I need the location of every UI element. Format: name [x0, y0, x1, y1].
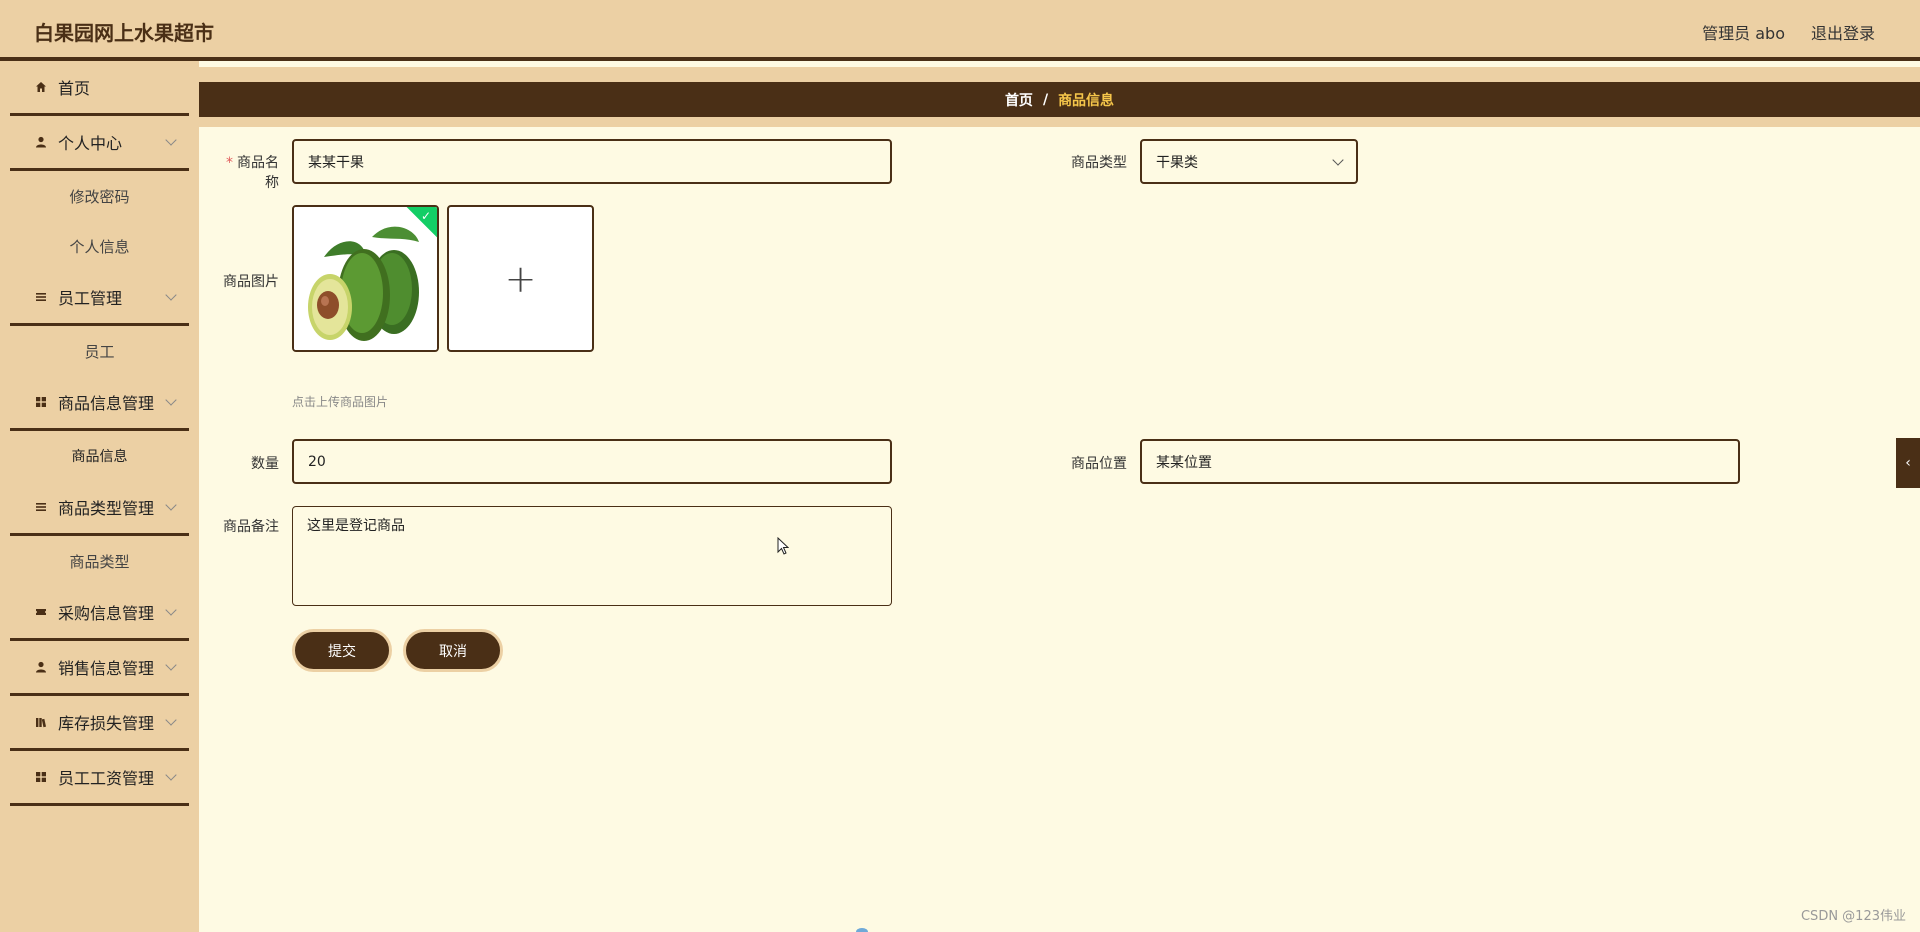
chevron-down-icon [165, 714, 177, 726]
sidebar-item-label: 商品类型管理 [58, 499, 155, 518]
sidebar-item-purchase-management[interactable]: 采购信息管理 [10, 586, 189, 641]
sidebar-item-label: 销售信息管理 [58, 659, 155, 678]
sidebar-subitem-change-password[interactable]: 修改密码 [0, 171, 199, 221]
logout-link[interactable]: 退出登录 [1811, 20, 1875, 44]
sidebar-item-label: 员工工资管理 [58, 769, 155, 788]
chevron-down-icon [165, 134, 177, 146]
cancel-button[interactable]: 取消 [403, 629, 503, 672]
quantity-input[interactable]: 20 [292, 439, 892, 484]
product-type-selected-value: 干果类 [1156, 154, 1198, 171]
sidebar-subitem-product-info[interactable]: 商品信息 [0, 431, 199, 481]
user-icon [34, 660, 48, 674]
sidebar-item-staff-management[interactable]: 员工管理 [10, 271, 189, 326]
grid-icon [34, 395, 48, 409]
chevron-down-icon [165, 499, 177, 511]
scroll-indicator [856, 928, 868, 932]
product-remark-label: 商品备注 [223, 519, 279, 535]
mouse-cursor-icon [777, 537, 789, 555]
chevron-down-icon [1332, 154, 1344, 166]
chevron-down-icon [165, 394, 177, 406]
sidebar-item-salary-management[interactable]: 员工工资管理 [10, 751, 189, 806]
product-name-input[interactable]: 某某干果 [292, 139, 892, 184]
current-user-label: 管理员 abo [1702, 24, 1785, 43]
submit-button[interactable]: 提交 [292, 629, 392, 672]
sidebar-subitem-staff[interactable]: 员工 [0, 326, 199, 376]
breadcrumb-home[interactable]: 首页 [1005, 90, 1033, 110]
sidebar-subitem-product-type[interactable]: 商品类型 [0, 536, 199, 586]
sidebar-item-product-type-management[interactable]: 商品类型管理 [10, 481, 189, 536]
product-image-label: 商品图片 [223, 274, 279, 290]
product-type-select[interactable]: 干果类 [1140, 139, 1358, 184]
sidebar: 首页 个人中心 修改密码 个人信息 员工管理 员工 商品信息管理 商品信息 商品… [0, 61, 199, 932]
main-content: 首页 / 商品信息 *商品名称 某某干果 商品类型 干果类 商品图片 ✓ + [199, 61, 1920, 932]
ticket-icon [34, 605, 48, 619]
quantity-label: 数量 [251, 456, 279, 472]
upload-image-button[interactable]: + [447, 205, 594, 352]
product-remark-textarea[interactable]: 这里是登记商品 [292, 506, 892, 606]
chevron-down-icon [165, 604, 177, 616]
sidebar-item-label: 个人中心 [58, 134, 123, 153]
avocado-image [294, 207, 437, 350]
chevron-down-icon [165, 769, 177, 781]
chevron-left-icon: ‹ [1905, 455, 1911, 471]
product-type-label: 商品类型 [1071, 155, 1127, 171]
product-location-label: 商品位置 [1071, 456, 1127, 472]
list-icon [34, 290, 48, 304]
sidebar-item-sales-management[interactable]: 销售信息管理 [10, 641, 189, 696]
breadcrumb: 首页 / 商品信息 [199, 82, 1920, 117]
sidebar-item-label: 员工管理 [58, 289, 123, 308]
breadcrumb-current: 商品信息 [1058, 92, 1115, 109]
sidebar-item-personal-center[interactable]: 个人中心 [10, 116, 189, 171]
collapse-panel-toggle[interactable]: ‹ [1896, 438, 1920, 488]
sidebar-item-home[interactable]: 首页 [10, 61, 189, 116]
sidebar-item-product-info-management[interactable]: 商品信息管理 [10, 376, 189, 431]
check-icon: ✓ [420, 209, 431, 223]
sidebar-subitem-personal-info[interactable]: 个人信息 [0, 221, 199, 271]
required-asterisk: * [226, 155, 233, 171]
sidebar-item-label: 首页 [58, 79, 91, 98]
app-title: 白果园网上水果超市 [34, 21, 214, 45]
product-name-label: * 商品名称 [226, 155, 279, 191]
upload-hint: 点击上传商品图片 [292, 395, 389, 409]
list-icon [34, 500, 48, 514]
sidebar-item-label: 库存损失管理 [58, 714, 155, 733]
user-icon [34, 135, 48, 149]
product-location-input[interactable]: 某某位置 [1140, 439, 1740, 484]
grid-icon [34, 770, 48, 784]
sidebar-item-inventory-loss-management[interactable]: 库存损失管理 [10, 696, 189, 751]
breadcrumb-separator: / [1042, 91, 1049, 108]
sidebar-item-label: 采购信息管理 [58, 604, 155, 623]
sidebar-item-label: 商品信息管理 [58, 394, 155, 413]
watermark: CSDN @123伟业 [1800, 909, 1906, 924]
books-icon [34, 715, 48, 729]
home-icon [34, 80, 48, 94]
top-header: 白果园网上水果超市 管理员 abo 退出登录 [0, 0, 1920, 61]
chevron-down-icon [165, 659, 177, 671]
plus-icon: + [504, 256, 537, 301]
chevron-down-icon [165, 289, 177, 301]
uploaded-image-thumbnail[interactable]: ✓ [292, 205, 439, 352]
